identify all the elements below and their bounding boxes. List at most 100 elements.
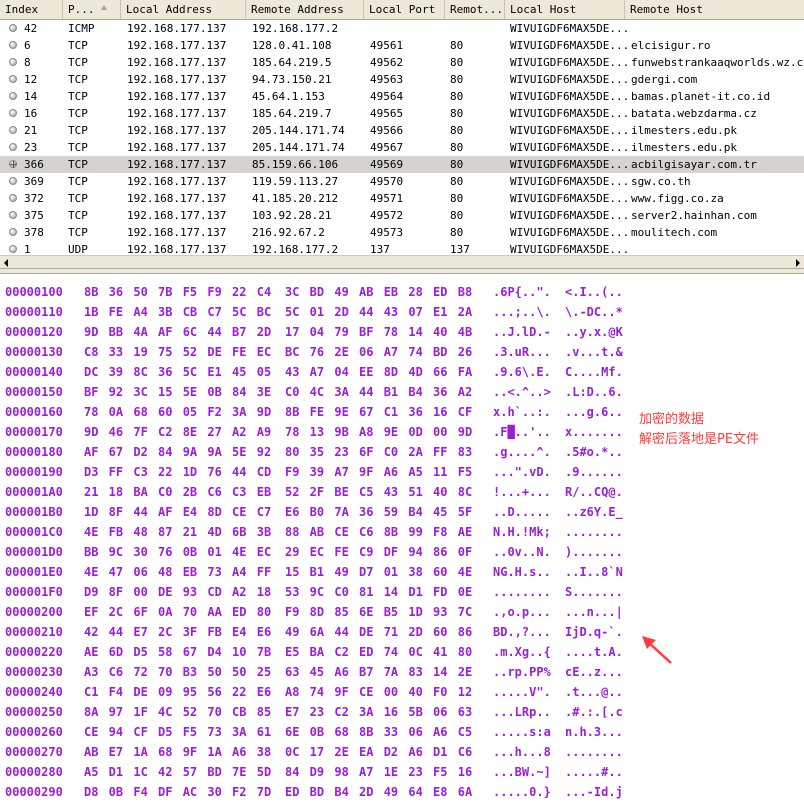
hex-bytes-group-2: 49 6A 44 DE 71 2D 60 86 — [285, 625, 473, 639]
hex-bytes-group-1: D3 FF C3 22 1D 76 44 CD — [84, 465, 272, 479]
hex-bytes-group-2: 84 D9 98 A7 1E 23 F5 16 — [285, 765, 473, 779]
row-remote-port: 80 — [450, 90, 464, 103]
connection-row[interactable]: 378 TCP 192.168.177.137 216.92.67.2 49573 80 W… — [0, 224, 804, 241]
connection-row[interactable]: 375 TCP 192.168.177.137 103.92.28.21 49572 80… — [0, 207, 804, 224]
hex-offset: 000001A0 — [5, 485, 63, 499]
column-header-remote-host[interactable]: Remote Host — [625, 0, 804, 19]
horizontal-scrollbar[interactable] — [0, 255, 804, 268]
row-local-address: 192.168.177.137 — [127, 158, 227, 171]
connection-row[interactable]: 42 ICMP 192.168.177.137 192.168.177.2 WIVUIG… — [0, 20, 804, 37]
column-header-remote-port[interactable]: Remot... — [445, 0, 505, 19]
row-local-host: WIVUIGDF6MAX5DE... — [510, 158, 630, 171]
row-remote-address: 103.92.28.21 — [252, 209, 332, 222]
hex-bytes-group-1: A5 D1 1C 42 57 BD 7E 5D — [84, 765, 272, 779]
hex-ascii-group-1: ..J.lD.- — [493, 325, 551, 339]
connection-row[interactable]: 6 TCP 192.168.177.137 128.0.41.108 49561 80 WI… — [0, 37, 804, 54]
row-remote-address: 119.59.113.27 — [252, 175, 339, 188]
connection-row[interactable]: 12 TCP 192.168.177.137 94.73.150.21 49563 80 W… — [0, 71, 804, 88]
column-header-protocol[interactable]: P... — [63, 0, 121, 19]
hex-offset: 00000140 — [5, 365, 63, 379]
column-header-local-address[interactable]: Local Address — [121, 0, 246, 19]
connection-row[interactable]: 369 TCP 192.168.177.137 119.59.113.27 49570 8… — [0, 173, 804, 190]
row-index: 12 — [24, 73, 38, 86]
hex-bytes-group-2: 8B FE 9E 67 C1 36 16 CF — [285, 405, 473, 419]
row-protocol: TCP — [68, 107, 88, 120]
row-local-port: 49562 — [370, 56, 404, 69]
row-remote-address: 192.168.177.2 — [252, 22, 339, 35]
row-local-port: 49570 — [370, 175, 404, 188]
row-local-port: 49566 — [370, 124, 404, 137]
hex-ascii-group-1: .....s:a — [493, 725, 551, 739]
row-local-host: WIVUIGDF6MAX5DE... — [510, 226, 630, 239]
row-remote-address: 41.185.20.212 — [252, 192, 339, 205]
row-index: 42 — [24, 22, 38, 35]
connection-row[interactable]: 366 TCP 192.168.177.137 85.159.66.106 49569 8… — [0, 156, 804, 173]
connection-row[interactable]: 8 TCP 192.168.177.137 185.64.219.5 49562 80 WI… — [0, 54, 804, 71]
row-protocol: TCP — [68, 39, 88, 52]
hex-bytes-group-2: A8 74 9F CE 00 40 F0 12 — [285, 685, 473, 699]
row-remote-port: 80 — [450, 39, 464, 52]
row-local-host: WIVUIGDF6MAX5DE... — [510, 90, 630, 103]
hex-ascii-group-2: .t...@.. — [565, 685, 623, 699]
hex-bytes-group-1: 78 0A 68 60 05 F2 3A 9D — [84, 405, 272, 419]
row-remote-address: 185.64.219.7 — [252, 107, 332, 120]
row-local-host: WIVUIGDF6MAX5DE... — [510, 141, 630, 154]
connection-status-icon — [9, 245, 17, 253]
column-header-local-port[interactable]: Local Port — [364, 0, 445, 19]
scroll-right-button[interactable] — [791, 256, 804, 268]
hex-ascii-group-1: ...h...8 — [493, 745, 551, 759]
hex-offset: 00000190 — [5, 465, 63, 479]
row-local-host: WIVUIGDF6MAX5DE... — [510, 56, 630, 69]
hex-bytes-group-2: 17 04 79 BF 78 14 40 4B — [285, 325, 473, 339]
row-index: 14 — [24, 90, 38, 103]
hex-ascii-group-2: .v...t.& — [565, 345, 623, 359]
row-protocol: TCP — [68, 90, 88, 103]
hex-ascii-group-2: cE..z... — [565, 665, 623, 679]
row-local-address: 192.168.177.137 — [127, 39, 227, 52]
row-local-address: 192.168.177.137 — [127, 56, 227, 69]
hex-offset: 00000130 — [5, 345, 63, 359]
connection-status-icon — [9, 92, 17, 100]
hex-ascii-group-1: N.H.!Mk; — [493, 525, 551, 539]
hex-ascii-group-2: ..z6Y.E_ — [565, 505, 623, 519]
column-header-remote-address[interactable]: Remote Address — [246, 0, 364, 19]
connection-status-icon — [9, 194, 17, 202]
connections-list: 42 ICMP 192.168.177.137 192.168.177.2 WIVUIG… — [0, 20, 804, 258]
row-remote-port: 80 — [450, 209, 464, 222]
hex-offset: 00000210 — [5, 625, 63, 639]
hex-bytes-group-2: 80 35 23 6F C0 2A FF 83 — [285, 445, 473, 459]
hex-ascii-group-2: .L:D..6. — [565, 385, 623, 399]
row-local-address: 192.168.177.137 — [127, 73, 227, 86]
hex-ascii-group-2: <.I..(.. — [565, 285, 623, 299]
connection-row[interactable]: 21 TCP 192.168.177.137 205.144.171.74 49566 8… — [0, 122, 804, 139]
row-remote-host: elcisigur.ro — [631, 39, 711, 52]
column-header-local-host[interactable]: Local Host — [505, 0, 625, 19]
hex-offset: 00000220 — [5, 645, 63, 659]
hex-offset: 00000200 — [5, 605, 63, 619]
hex-bytes-group-2: 15 B1 49 D7 01 38 60 4E — [285, 565, 473, 579]
hex-offset: 00000260 — [5, 725, 63, 739]
hex-offset: 000001B0 — [5, 505, 63, 519]
connection-row[interactable]: 372 TCP 192.168.177.137 41.185.20.212 49571 8… — [0, 190, 804, 207]
hex-offset: 000001C0 — [5, 525, 63, 539]
hex-ascii-group-2: R/..CQ@. — [565, 485, 623, 499]
column-header-index[interactable]: Index — [0, 0, 63, 19]
hex-ascii-group-1: ..rp.PP% — [493, 665, 551, 679]
hex-ascii-group-1: .....0.} — [493, 785, 551, 799]
row-local-host: WIVUIGDF6MAX5DE... — [510, 192, 630, 205]
connection-row[interactable]: 16 TCP 192.168.177.137 185.64.219.7 49565 80 W… — [0, 105, 804, 122]
scroll-left-button[interactable] — [0, 256, 13, 268]
row-remote-host: gdergi.com — [631, 73, 698, 86]
row-local-host: WIVUIGDF6MAX5DE... — [510, 39, 630, 52]
row-remote-host: www.figg.co.za — [631, 192, 724, 205]
row-index: 21 — [24, 124, 38, 137]
connection-row[interactable]: 14 TCP 192.168.177.137 45.64.1.153 49564 80 WI… — [0, 88, 804, 105]
hex-bytes-group-2: F9 39 A7 9F A6 A5 11 F5 — [285, 465, 473, 479]
sort-ascending-icon — [101, 5, 107, 10]
connection-row[interactable]: 23 TCP 192.168.177.137 205.144.171.74 49567 8… — [0, 139, 804, 156]
row-local-address: 192.168.177.137 — [127, 175, 227, 188]
hex-bytes-group-1: DC 39 8C 36 5C E1 45 05 — [84, 365, 272, 379]
hex-ascii-group-2: .5#o.*.. — [565, 445, 623, 459]
hex-ascii-group-1: ...BW.~] — [493, 765, 551, 779]
row-protocol: TCP — [68, 175, 88, 188]
